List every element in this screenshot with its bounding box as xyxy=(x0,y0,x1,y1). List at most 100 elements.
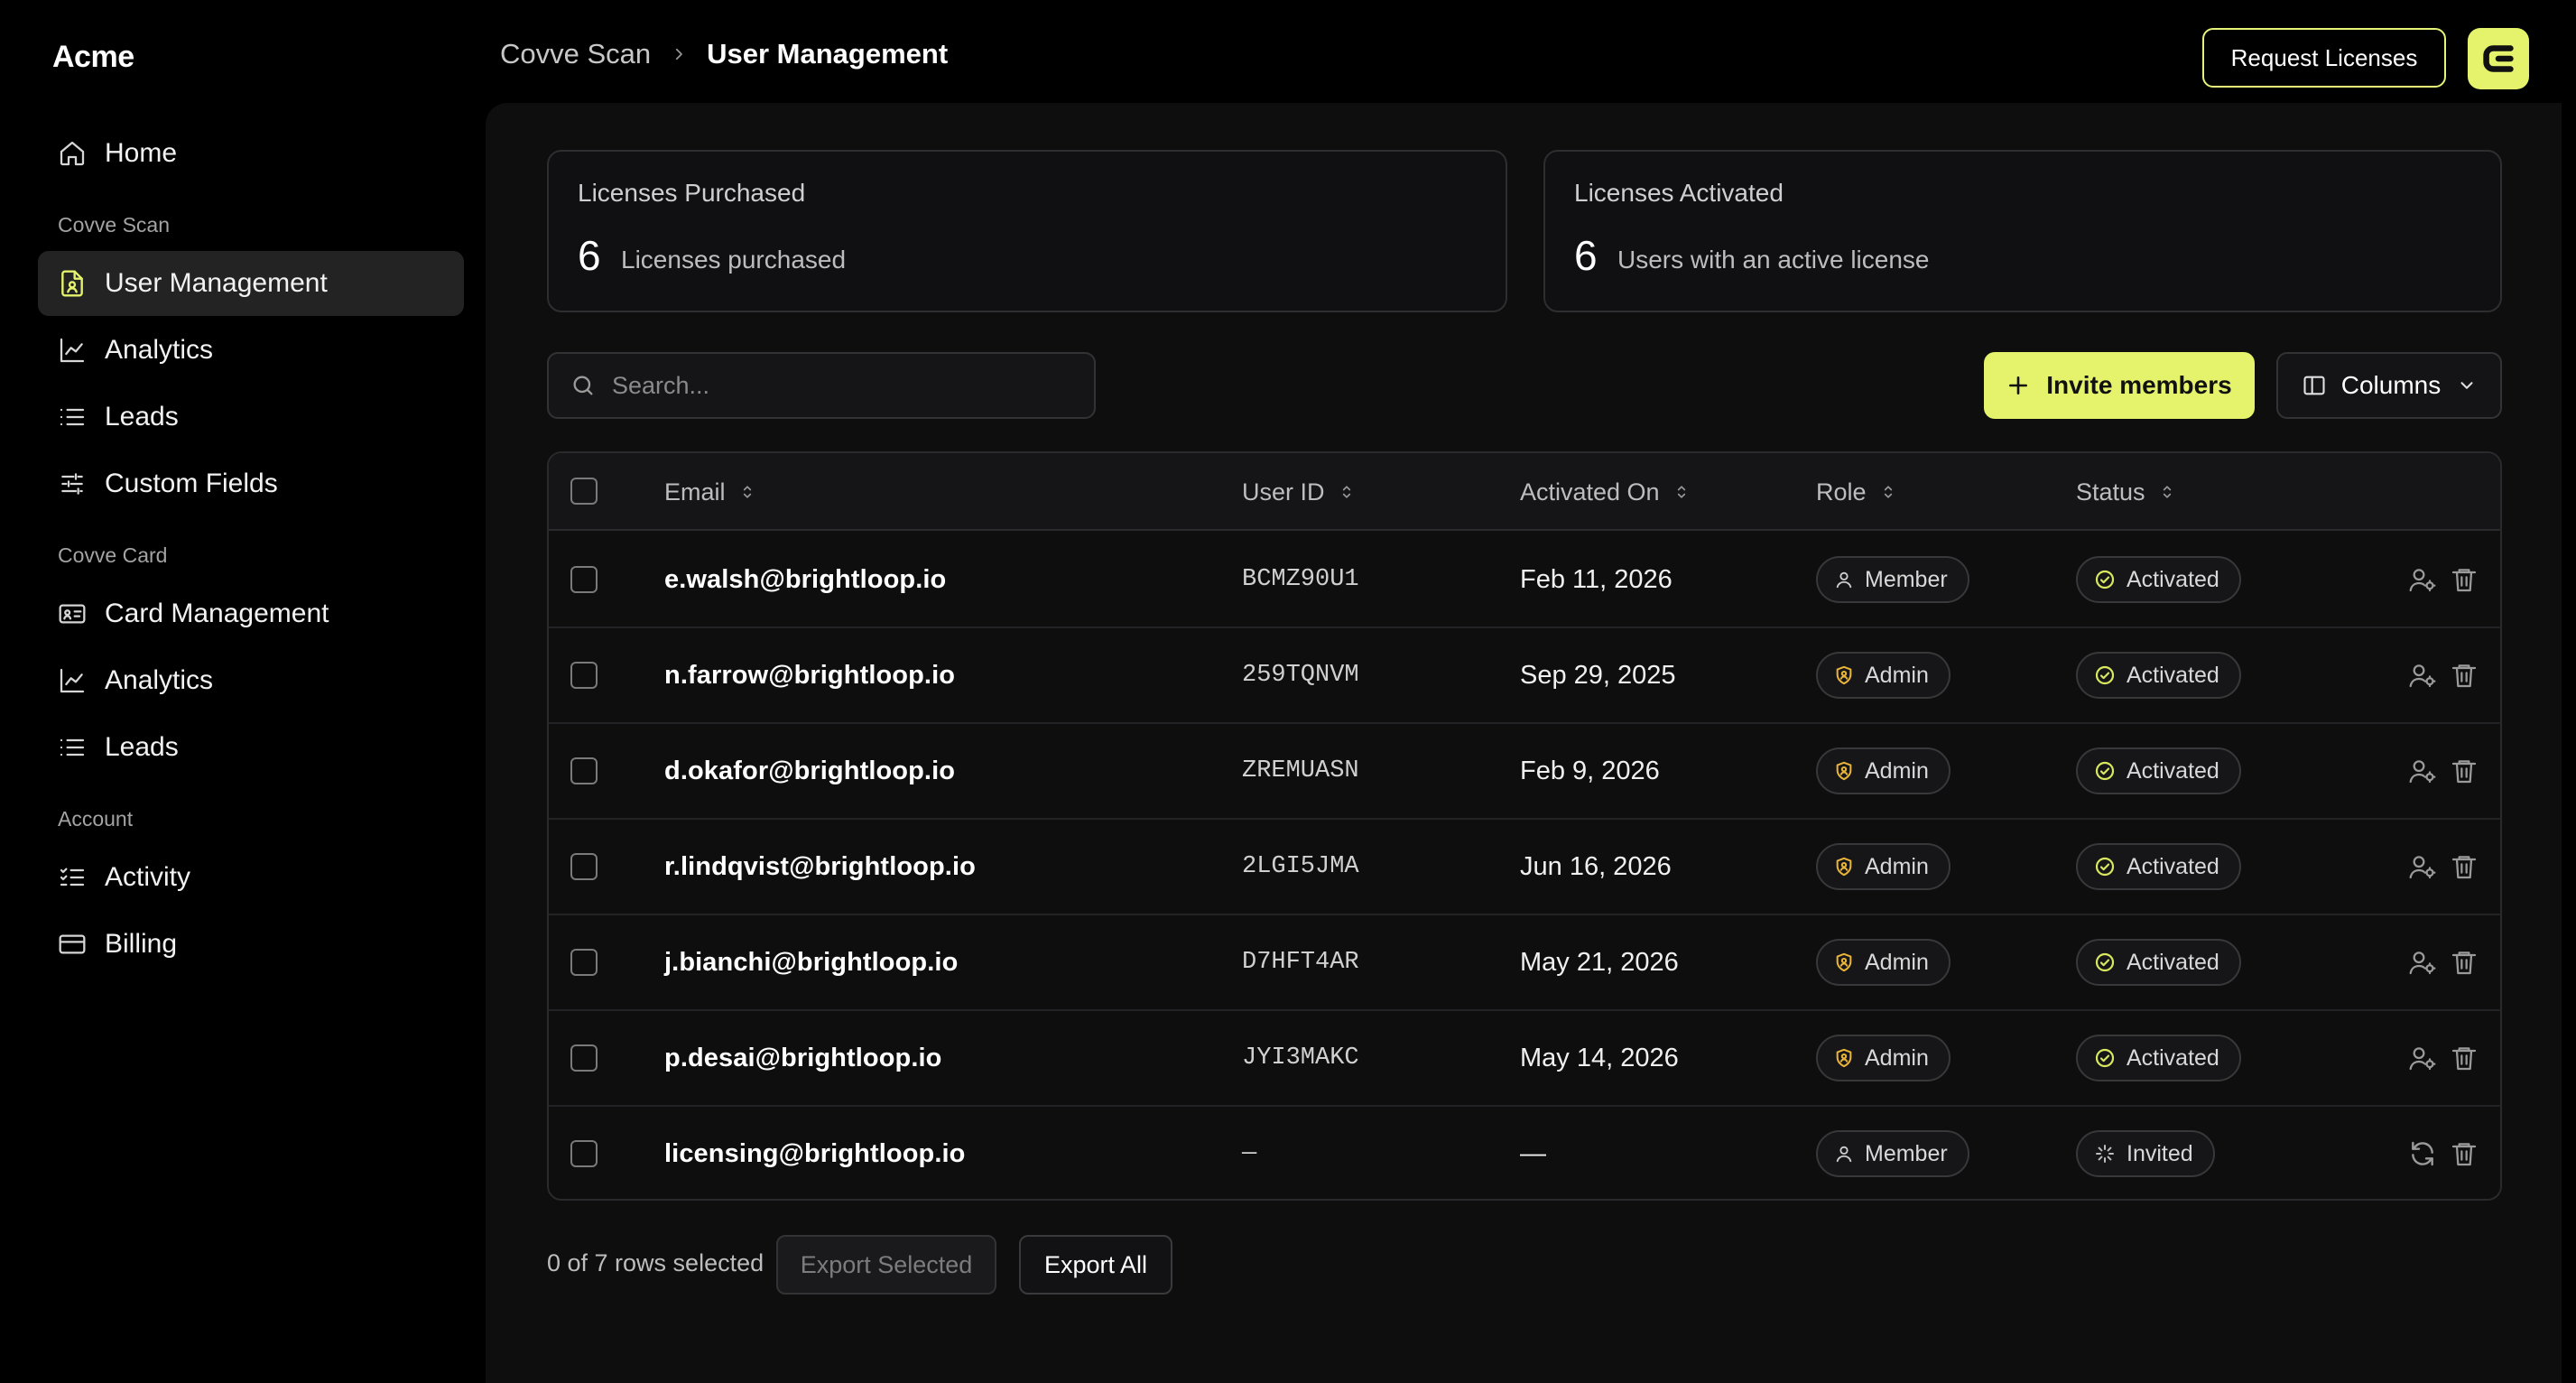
activated-on-cell: Jun 16, 2026 xyxy=(1520,851,1672,881)
invite-members-label: Invite members xyxy=(2046,371,2232,399)
delete-icon[interactable] xyxy=(2450,852,2479,881)
card-description: Licenses purchased xyxy=(621,246,847,274)
breadcrumb-parent[interactable]: Covve Scan xyxy=(500,38,651,70)
activated-on-cell: May 21, 2026 xyxy=(1520,947,1679,977)
row-actions xyxy=(2408,1011,2479,1105)
manage-user-icon[interactable] xyxy=(2408,948,2437,977)
sidebar-item-label: User Management xyxy=(105,268,328,298)
role-cell: Admin xyxy=(1816,915,1951,1009)
email-cell: j.bianchi@brightloop.io xyxy=(664,947,959,977)
sidebar-item-home[interactable]: Home xyxy=(38,121,464,186)
search-box[interactable] xyxy=(547,352,1096,419)
export-selected-button[interactable]: Export Selected xyxy=(776,1235,996,1295)
email-cell: r.lindqvist@brightloop.io xyxy=(664,851,976,881)
role-cell: Admin xyxy=(1816,628,1951,722)
sidebar-item-scan-leads[interactable]: Leads xyxy=(38,385,464,450)
request-licenses-button[interactable]: Request Licenses xyxy=(2202,28,2446,88)
email-cell: p.desai@brightloop.io xyxy=(664,1043,942,1072)
manage-user-icon[interactable] xyxy=(2408,661,2437,690)
chart-icon xyxy=(56,334,88,367)
page-title: User Management xyxy=(707,38,949,70)
status-cell: Activated xyxy=(2076,820,2241,914)
column-header-user-id[interactable]: User ID xyxy=(1242,453,1356,531)
user-id-cell: D7HFT4AR xyxy=(1242,949,1359,976)
status-badge: Activated xyxy=(2076,652,2241,699)
plus-icon xyxy=(2006,374,2030,397)
sidebar-item-user-management[interactable]: User Management xyxy=(38,251,464,316)
column-header-status[interactable]: Status xyxy=(2076,453,2176,531)
row-checkbox[interactable] xyxy=(570,566,598,593)
check-circle-icon xyxy=(2094,951,2116,973)
row-checkbox[interactable] xyxy=(570,853,598,880)
delete-icon[interactable] xyxy=(2450,661,2479,690)
sidebar-item-activity[interactable]: Activity xyxy=(38,845,464,910)
sidebar-item-label: Card Management xyxy=(105,599,329,628)
sort-icon xyxy=(1879,482,1897,502)
manage-user-icon[interactable] xyxy=(2408,565,2437,594)
row-checkbox[interactable] xyxy=(570,949,598,976)
column-header-activated-on[interactable]: Activated On xyxy=(1520,453,1691,531)
sidebar-item-card-leads[interactable]: Leads xyxy=(38,715,464,780)
table-row[interactable]: r.lindqvist@brightloop.io 2LGI5JMA Jun 1… xyxy=(549,820,2500,915)
check-circle-icon xyxy=(2094,664,2116,686)
invite-members-button[interactable]: Invite members xyxy=(1984,352,2255,419)
search-input[interactable] xyxy=(612,371,1063,400)
check-circle-icon xyxy=(2094,1047,2116,1069)
row-checkbox[interactable] xyxy=(570,757,598,784)
status-badge: Activated xyxy=(2076,1035,2241,1081)
table-row[interactable]: licensing@brightloop.io — — Member Invit… xyxy=(549,1107,2500,1199)
role-badge: Admin xyxy=(1816,939,1951,986)
role-label: Member xyxy=(1865,566,1948,592)
status-cell: Activated xyxy=(2076,915,2241,1009)
delete-icon[interactable] xyxy=(2450,756,2479,785)
columns-dropdown-button[interactable]: Columns xyxy=(2276,352,2502,419)
sidebar-item-custom-fields[interactable]: Custom Fields xyxy=(38,451,464,516)
table-row[interactable]: p.desai@brightloop.io JYI3MAKC May 14, 2… xyxy=(549,1011,2500,1107)
user-id-cell: 259TQNVM xyxy=(1242,662,1359,689)
user-icon xyxy=(1834,1144,1854,1164)
column-header-email[interactable]: Email xyxy=(664,453,756,531)
card-title: Licenses Purchased xyxy=(578,179,806,207)
role-badge: Admin xyxy=(1816,747,1951,794)
resend-invite-icon[interactable] xyxy=(2408,1139,2437,1168)
table-row[interactable]: j.bianchi@brightloop.io D7HFT4AR May 21,… xyxy=(549,915,2500,1011)
table-row[interactable]: e.walsh@brightloop.io BCMZ90U1 Feb 11, 2… xyxy=(549,533,2500,628)
row-actions xyxy=(2408,628,2479,722)
sliders-icon xyxy=(56,468,88,500)
user-icon xyxy=(1834,570,1854,589)
select-all-checkbox[interactable] xyxy=(570,478,598,505)
row-checkbox[interactable] xyxy=(570,1044,598,1072)
column-header-label: Email xyxy=(664,478,726,506)
sidebar-item-scan-analytics[interactable]: Analytics xyxy=(38,318,464,383)
email-cell: licensing@brightloop.io xyxy=(664,1138,966,1168)
chevron-right-icon xyxy=(671,46,687,62)
delete-icon[interactable] xyxy=(2450,565,2479,594)
sidebar-item-billing[interactable]: Billing xyxy=(38,912,464,977)
loader-icon xyxy=(2094,1143,2116,1165)
card-title: Licenses Activated xyxy=(1574,179,1784,207)
app-logo-icon[interactable] xyxy=(2468,28,2529,89)
list-icon xyxy=(56,731,88,764)
role-badge: Member xyxy=(1816,556,1969,603)
sidebar-item-card-analytics[interactable]: Analytics xyxy=(38,648,464,713)
column-header-role[interactable]: Role xyxy=(1816,453,1897,531)
admin-shield-icon xyxy=(1834,665,1854,685)
card-description: Users with an active license xyxy=(1617,246,1930,274)
delete-icon[interactable] xyxy=(2450,948,2479,977)
manage-user-icon[interactable] xyxy=(2408,756,2437,785)
delete-icon[interactable] xyxy=(2450,1139,2479,1168)
section-label-account: Account xyxy=(58,807,134,831)
licenses-purchased-card: Licenses Purchased 6 Licenses purchased xyxy=(547,150,1507,312)
table-row[interactable]: d.okafor@brightloop.io ZREMUASN Feb 9, 2… xyxy=(549,724,2500,820)
table-row[interactable]: n.farrow@brightloop.io 259TQNVM Sep 29, … xyxy=(549,628,2500,724)
delete-icon[interactable] xyxy=(2450,1044,2479,1072)
admin-shield-icon xyxy=(1834,761,1854,781)
manage-user-icon[interactable] xyxy=(2408,852,2437,881)
manage-user-icon[interactable] xyxy=(2408,1044,2437,1072)
export-all-button[interactable]: Export All xyxy=(1019,1235,1172,1295)
row-checkbox[interactable] xyxy=(570,662,598,689)
row-checkbox[interactable] xyxy=(570,1140,598,1167)
table-header: Email User ID Activated On Role Status xyxy=(549,453,2500,531)
sidebar-item-card-management[interactable]: Card Management xyxy=(38,581,464,646)
column-header-label: Activated On xyxy=(1520,478,1660,506)
